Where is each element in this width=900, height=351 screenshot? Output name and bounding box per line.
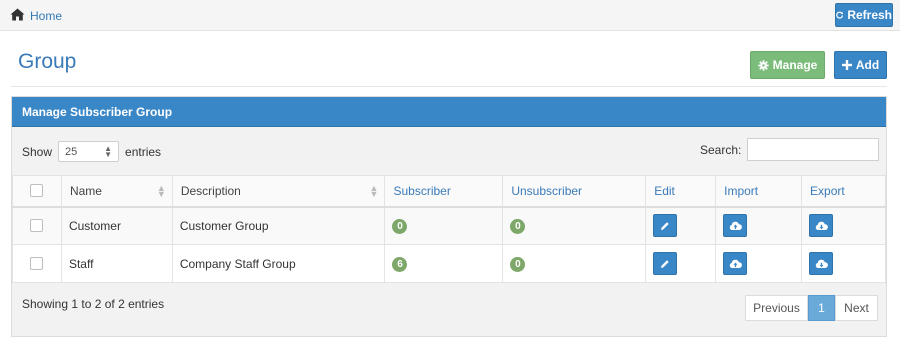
home-icon[interactable] (10, 8, 25, 24)
gear-icon (757, 59, 769, 71)
column-header-name[interactable]: Name ▲ ▼ (60, 175, 173, 208)
top-bar: Home Refresh (0, 0, 900, 31)
subscriber-group-panel: Manage Subscriber Group Show 25 ▲ ▼ entri… (11, 96, 887, 337)
unsubscriber-cell: 0 (502, 244, 647, 283)
table-row: Staff Company Staff Group 6 0 (12, 244, 886, 283)
subscriber-group-table: Name ▲ ▼ Description ▲ ▼ Subscriber Unsubscr… (12, 175, 886, 283)
sort-icon: ▲ ▼ (369, 183, 379, 199)
select-all-header (12, 175, 62, 208)
table-row: Customer Customer Group 0 0 (12, 206, 886, 245)
group-name: Staff (60, 244, 173, 283)
export-button[interactable] (809, 252, 834, 275)
edit-cell (645, 206, 717, 245)
subscriber-count-badge[interactable]: 0 (392, 218, 408, 234)
divider (11, 86, 887, 87)
pagination-page-1[interactable]: 1 (808, 295, 835, 321)
pagination-next[interactable]: Next (835, 295, 878, 321)
entries-label: entries (125, 144, 162, 159)
table-header-row: Name ▲ ▼ Description ▲ ▼ Subscriber Unsubscr… (12, 175, 886, 208)
add-button[interactable]: Add (834, 51, 887, 79)
page-length-control: Show 25 ▲ ▼ entries (22, 141, 161, 162)
add-button-label: Add (855, 58, 880, 72)
column-header-subscriber: Subscriber (384, 175, 504, 208)
export-cell (801, 206, 886, 245)
plus-icon (841, 60, 852, 70)
import-button[interactable] (723, 252, 748, 275)
sort-icon: ▲ ▼ (156, 183, 166, 199)
subscriber-count-badge[interactable]: 6 (392, 256, 408, 272)
panel-title: Manage Subscriber Group (22, 105, 173, 119)
subscriber-cell: 6 (384, 244, 504, 283)
row-select-cell (12, 244, 62, 283)
page-length-value: 25 (65, 145, 78, 158)
panel-header: Manage Subscriber Group (12, 97, 886, 127)
table-info: Showing 1 to 2 of 2 entries (22, 297, 165, 311)
select-all-checkbox[interactable] (30, 184, 44, 198)
breadcrumb-home-link[interactable]: Home (30, 9, 62, 23)
refresh-button-label: Refresh (847, 8, 892, 22)
group-description: Company Staff Group (171, 244, 386, 283)
column-header-export: Export (801, 175, 886, 208)
export-cell (801, 244, 886, 283)
import-cell (715, 206, 803, 245)
pencil-icon (661, 222, 669, 230)
pagination-previous[interactable]: Previous (745, 295, 808, 321)
group-name: Customer (60, 206, 173, 245)
unsubscriber-count-badge[interactable]: 0 (510, 256, 526, 272)
search-label: Search: (700, 142, 742, 157)
refresh-icon (836, 11, 844, 19)
search-input[interactable] (747, 138, 880, 161)
breadcrumb: Home (10, 8, 62, 24)
import-cell (715, 244, 803, 283)
unsubscriber-cell: 0 (502, 206, 647, 245)
edit-button[interactable] (653, 214, 678, 238)
column-header-import: Import (715, 175, 803, 208)
show-label: Show (22, 144, 53, 159)
cloud-upload-icon (729, 259, 742, 268)
cloud-download-icon (815, 259, 828, 268)
column-header-unsubscriber: Unsubscriber (502, 175, 647, 208)
refresh-button[interactable]: Refresh (835, 3, 893, 27)
import-button[interactable] (723, 214, 748, 238)
edit-cell (645, 244, 717, 283)
group-description: Customer Group (171, 206, 386, 245)
page-length-select[interactable]: 25 ▲ ▼ (58, 141, 120, 162)
unsubscriber-count-badge[interactable]: 0 (510, 218, 526, 234)
row-checkbox[interactable] (30, 219, 44, 233)
row-select-cell (12, 206, 62, 245)
export-button[interactable] (809, 214, 834, 238)
subscriber-cell: 0 (384, 206, 504, 245)
select-arrows-icon: ▲ ▼ (104, 143, 113, 159)
search-control: Search: (700, 138, 880, 161)
manage-button[interactable]: Manage (750, 51, 825, 79)
manage-button-label: Manage (772, 58, 818, 72)
column-header-edit: Edit (645, 175, 717, 208)
row-checkbox[interactable] (30, 257, 44, 270)
column-header-description[interactable]: Description ▲ ▼ (171, 175, 386, 208)
cloud-upload-icon (729, 221, 742, 230)
page-title: Group (18, 50, 77, 73)
edit-button[interactable] (653, 252, 678, 275)
pencil-icon (661, 259, 669, 268)
pagination: Previous 1 Next (745, 295, 878, 321)
cloud-download-icon (815, 221, 828, 230)
